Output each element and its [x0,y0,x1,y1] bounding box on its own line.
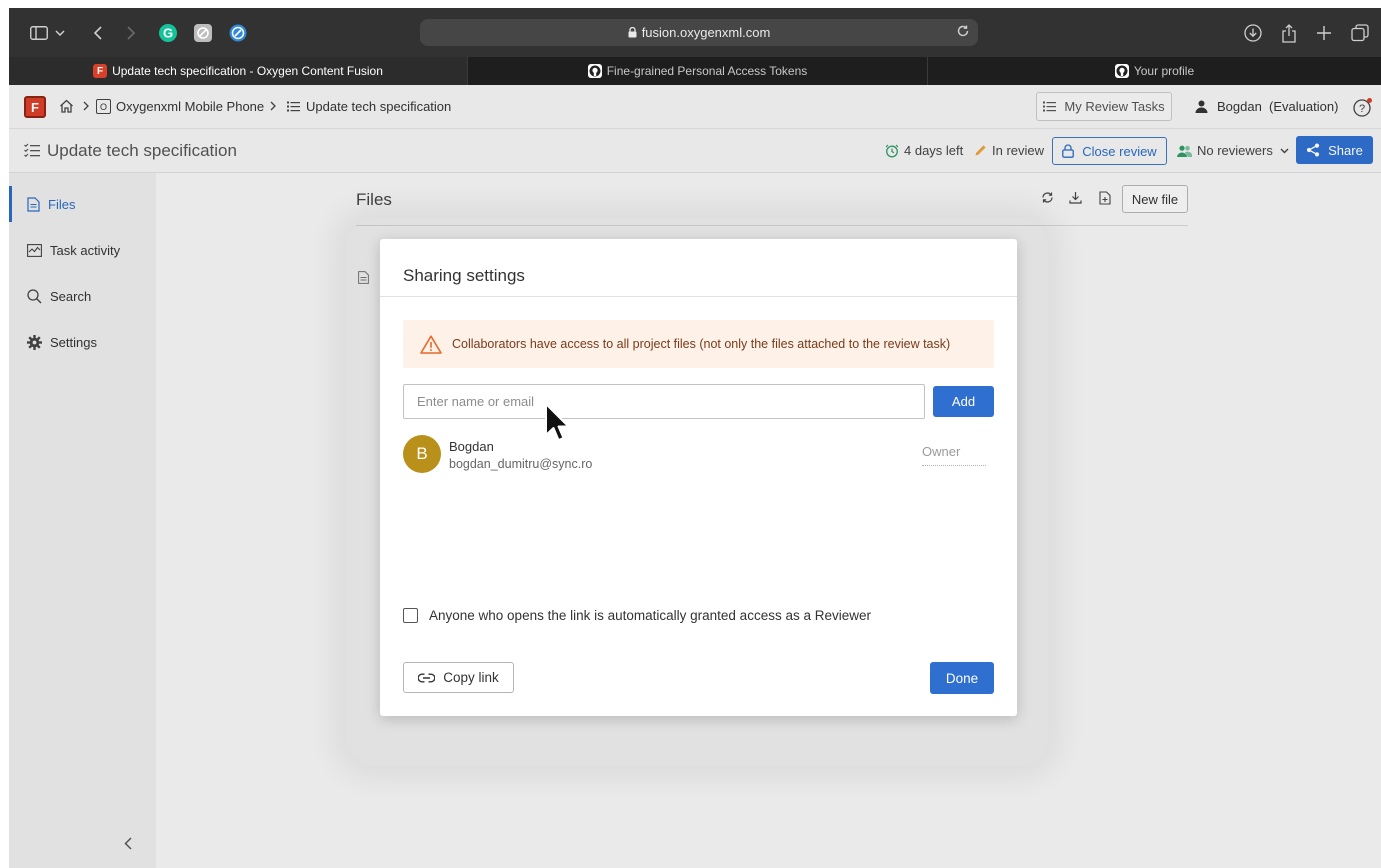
browser-toolbar: G fusion.oxygenxml.com [9,8,1381,57]
sidebar-toggle-icon[interactable] [28,22,50,44]
forward-icon[interactable] [120,22,142,44]
back-icon[interactable] [87,22,109,44]
window-top-edge [0,0,1381,8]
dialog-divider [380,296,1017,297]
mouse-cursor-icon [544,402,574,444]
link-icon [418,673,436,683]
add-collaborator-button[interactable]: Add [933,386,994,417]
address-bar[interactable]: fusion.oxygenxml.com [420,19,978,46]
browser-tab-tokens[interactable]: Fine-grained Personal Access Tokens [468,57,928,85]
copy-link-label: Copy link [443,670,499,685]
url-text: fusion.oxygenxml.com [641,25,771,40]
fusion-favicon: F [93,64,108,78]
compass-extension-icon[interactable] [227,22,249,44]
github-icon [1114,64,1129,78]
share-sheet-icon[interactable] [1278,22,1300,44]
sharing-settings-dialog: Sharing settings Collaborators have acce… [380,239,1017,716]
downloads-icon[interactable] [1242,22,1264,44]
warning-text: Collaborators have access to all project… [452,337,951,351]
extension-block-icon[interactable] [192,22,214,44]
browser-tab-fusion[interactable]: F Update tech specification - Oxygen Con… [9,57,468,85]
auto-reviewer-label[interactable]: Anyone who opens the link is automatical… [429,608,871,623]
tab-title: Your profile [1133,64,1195,78]
tab-title: Update tech specification - Oxygen Conte… [112,64,383,78]
name-or-email-input[interactable] [403,384,925,419]
collaborator-role: Owner [922,444,986,466]
grammarly-extension-icon[interactable]: G [157,22,179,44]
tab-title: Fine-grained Personal Access Tokens [606,64,808,78]
avatar: B [403,435,441,473]
window-left-edge [0,0,9,868]
collaborator-email: bogdan_dumitru@sync.ro [449,457,593,471]
auto-reviewer-checkbox[interactable] [403,608,418,623]
svg-text:G: G [163,26,173,41]
tab-overview-icon[interactable] [1349,22,1371,44]
browser-tab-profile[interactable]: Your profile [928,57,1381,85]
copy-link-button[interactable]: Copy link [403,662,514,693]
github-icon [587,64,602,78]
chevron-down-icon[interactable] [53,22,67,44]
lock-icon [628,27,637,38]
dialog-title: Sharing settings [403,266,525,285]
reload-icon[interactable] [956,24,970,38]
warning-banner: Collaborators have access to all project… [403,320,994,368]
warning-icon [420,334,442,354]
browser-tab-bar: F Update tech specification - Oxygen Con… [9,57,1381,85]
done-button[interactable]: Done [930,662,994,694]
new-tab-icon[interactable] [1313,22,1335,44]
collaborator-name: Bogdan [449,439,494,454]
